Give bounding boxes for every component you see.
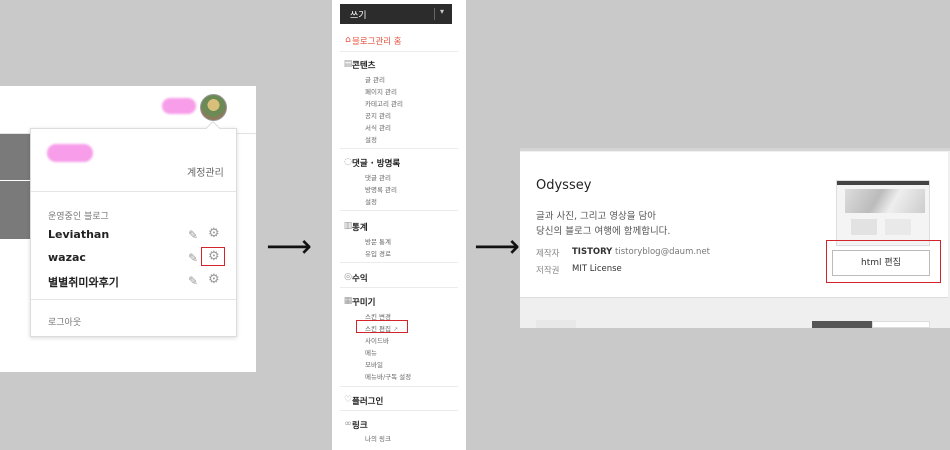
sidebar-item[interactable]: 메뉴바/구독 설정 (365, 371, 411, 381)
thumb-block (851, 219, 877, 235)
sidebar-item[interactable]: 사이드바 (365, 335, 389, 345)
sidebar-item[interactable]: 설정 (365, 196, 377, 206)
blog-name[interactable]: 별별취미와후기 (48, 274, 119, 290)
arrow-right-icon: ⟶ (266, 227, 312, 265)
blog-name[interactable]: wazac (48, 251, 86, 264)
redacted-profile-name (47, 144, 93, 162)
avatar[interactable] (200, 94, 227, 121)
license-label: 저작권 (536, 266, 560, 276)
blog-row-hobby[interactable]: 별별취미와후기 ✎ ⚙ (48, 272, 223, 292)
sidebar-section-comments[interactable]: 댓글 · 방명록 (352, 157, 400, 169)
skin-thumbnail (836, 180, 930, 246)
sidebar-item[interactable]: 유입 경로 (365, 248, 391, 258)
sidebar-item[interactable]: 설정 (365, 134, 377, 144)
sidebar-item[interactable]: 서식 관리 (365, 122, 391, 132)
maker-email: tistoryblog@daum.net (615, 247, 711, 257)
chevron-down-icon[interactable]: ▾ (440, 7, 444, 16)
highlight-box-settings (201, 247, 225, 266)
write-button[interactable]: 쓰기 ▾ (340, 4, 452, 24)
sidebar-item[interactable]: 방명록 관리 (365, 184, 397, 194)
sidebar-section-plugins[interactable]: 플러그인 (352, 395, 383, 407)
sidebar-item[interactable]: 카테고리 관리 (365, 98, 403, 108)
maker-label: 제작자 (536, 249, 560, 259)
blog-row-leviathan[interactable]: Leviathan ✎ ⚙ (48, 226, 223, 246)
next-section-fragment (536, 320, 576, 328)
account-manage-link[interactable]: 계정관리 (187, 164, 224, 179)
dropdown-divider (31, 191, 236, 192)
sidebar-section-customize[interactable]: 꾸미기 (352, 296, 375, 308)
background-sidebar-fragment (0, 181, 34, 239)
skin-detail-panel: Odyssey 글과 사진, 그리고 영상을 담아 당신의 블로그 여행에 함께… (520, 148, 950, 328)
blog-menu-panel: 계정관리 운영중인 블로그 Leviathan ✎ ⚙ wazac ✎ ⚙ 별별… (0, 86, 256, 372)
account-dropdown: 계정관리 운영중인 블로그 Leviathan ✎ ⚙ wazac ✎ ⚙ 별별… (30, 120, 237, 337)
arrow-right-icon: ⟶ (474, 227, 520, 265)
sidebar-section-links[interactable]: 링크 (352, 419, 368, 431)
skin-title: Odyssey (536, 178, 592, 193)
background-sidebar-fragment (0, 134, 34, 180)
skin-card: Odyssey 글과 사진, 그리고 영상을 담아 당신의 블로그 여행에 함께… (520, 152, 948, 297)
thumb-block (885, 219, 911, 235)
highlight-box-skin-edit (356, 320, 408, 333)
gear-icon[interactable]: ⚙ (208, 273, 220, 287)
maker-value: TISTORY tistoryblog@daum.net (572, 247, 710, 257)
sidebar-item[interactable]: 모바일 (365, 359, 383, 369)
sidebar-section-stats[interactable]: 통계 (352, 221, 368, 233)
redacted-username (162, 98, 196, 114)
skin-description-line1: 글과 사진, 그리고 영상을 담아 (536, 211, 656, 222)
sidebar-item[interactable]: 방문 통계 (365, 236, 391, 246)
highlight-box-html-edit (826, 240, 941, 283)
pencil-icon[interactable]: ✎ (188, 228, 198, 242)
sidebar-item[interactable]: 메뉴 (365, 347, 377, 357)
admin-sidebar: 쓰기 ▾ ⌂ 블로그관리 홈 ▤ 콘텐츠 글 관리 페이지 관리 카테고리 관리… (332, 0, 466, 450)
skin-description-line2: 당신의 블로그 여행에 함께합니다. (536, 226, 671, 237)
panel-top-border (520, 148, 950, 151)
sidebar-section-content[interactable]: 콘텐츠 (352, 59, 375, 71)
sidebar-item[interactable]: 페이지 관리 (365, 86, 397, 96)
license-value: MIT License (572, 264, 622, 274)
sidebar-item[interactable]: 댓글 관리 (365, 172, 391, 182)
thumb-hero (845, 189, 925, 213)
blog-name[interactable]: Leviathan (48, 228, 109, 241)
sidebar-divider (340, 51, 458, 52)
tab-fragment (872, 321, 930, 328)
blog-section-label: 운영중인 블로그 (48, 212, 109, 222)
pencil-icon[interactable]: ✎ (188, 251, 198, 265)
tab-fragment-active (812, 321, 872, 328)
sidebar-home[interactable]: 블로그관리 홈 (352, 35, 402, 47)
sidebar-divider (340, 262, 458, 263)
sidebar-divider (340, 148, 458, 149)
sidebar-section-revenue[interactable]: 수익 (352, 272, 368, 284)
sidebar-item[interactable]: 나의 링크 (365, 433, 391, 443)
sidebar-item[interactable]: 공지 관리 (365, 110, 391, 120)
write-label: 쓰기 (350, 11, 367, 21)
maker-brand: TISTORY (572, 247, 613, 257)
sidebar-item[interactable]: 글 관리 (365, 74, 385, 84)
dropdown-divider (31, 299, 236, 300)
sidebar-divider (340, 210, 458, 211)
logout-link[interactable]: 로그아웃 (48, 315, 81, 328)
blog-row-wazac[interactable]: wazac ✎ ⚙ (48, 249, 223, 269)
thumb-header (837, 181, 929, 185)
topbar-separator (434, 8, 435, 20)
sidebar-divider (340, 386, 458, 387)
sidebar-divider (340, 410, 458, 411)
gear-icon[interactable]: ⚙ (208, 227, 220, 241)
sidebar-divider (340, 287, 458, 288)
pencil-icon[interactable]: ✎ (188, 274, 198, 288)
dropdown-caret (205, 120, 221, 136)
card-bottom-border (520, 297, 948, 298)
